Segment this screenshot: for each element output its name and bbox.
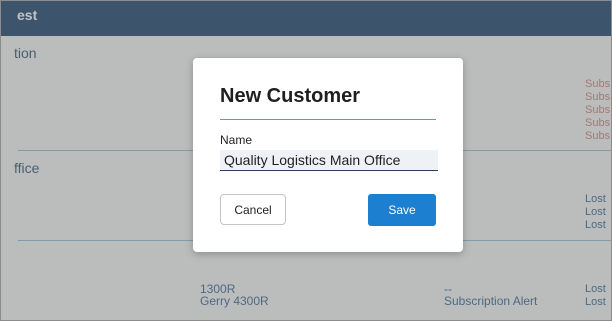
cancel-button[interactable]: Cancel (220, 194, 286, 225)
new-customer-dialog: New Customer Name Cancel Save (193, 58, 463, 252)
name-field-label: Name (220, 133, 253, 147)
dialog-title: New Customer (220, 85, 361, 107)
title-divider (220, 119, 436, 120)
app-window: est tion ffice Subs Subs Subs Subs Subs … (0, 0, 612, 321)
save-button[interactable]: Save (368, 194, 436, 226)
name-input[interactable] (220, 150, 438, 171)
